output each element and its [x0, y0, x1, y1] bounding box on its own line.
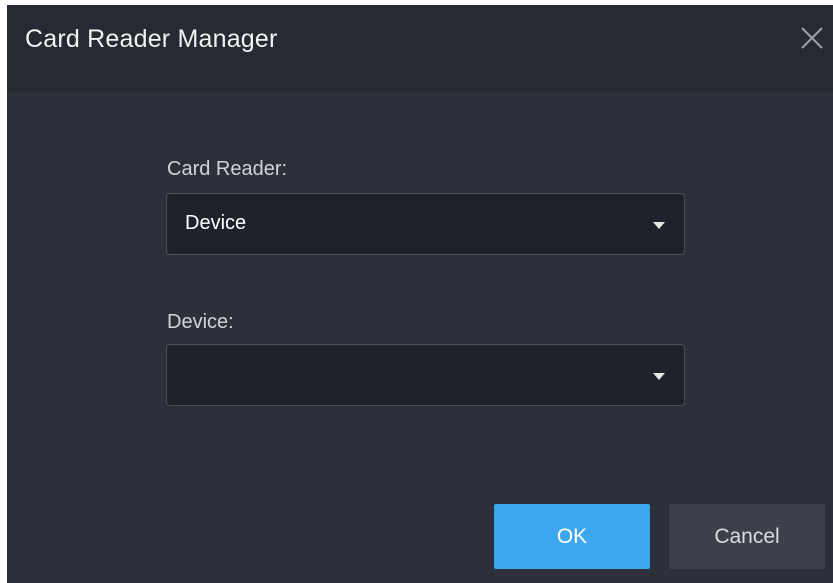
card-reader-select[interactable]: Device	[166, 193, 685, 255]
device-select[interactable]	[166, 344, 685, 406]
card-reader-selected-value: Device	[185, 212, 247, 234]
device-label: Device:	[167, 311, 234, 333]
chevron-down-icon	[653, 373, 665, 380]
card-reader-manager-dialog: Card Reader Manager Card Reader: Device …	[7, 5, 833, 583]
close-icon	[801, 27, 823, 49]
close-button[interactable]	[797, 23, 827, 53]
card-reader-label: Card Reader:	[167, 158, 288, 180]
cancel-button[interactable]: Cancel	[669, 504, 825, 569]
dialog-titlebar: Card Reader Manager	[7, 5, 833, 91]
chevron-down-icon	[653, 222, 665, 229]
ok-button[interactable]: OK	[494, 504, 650, 569]
dialog-title: Card Reader Manager	[25, 25, 278, 53]
